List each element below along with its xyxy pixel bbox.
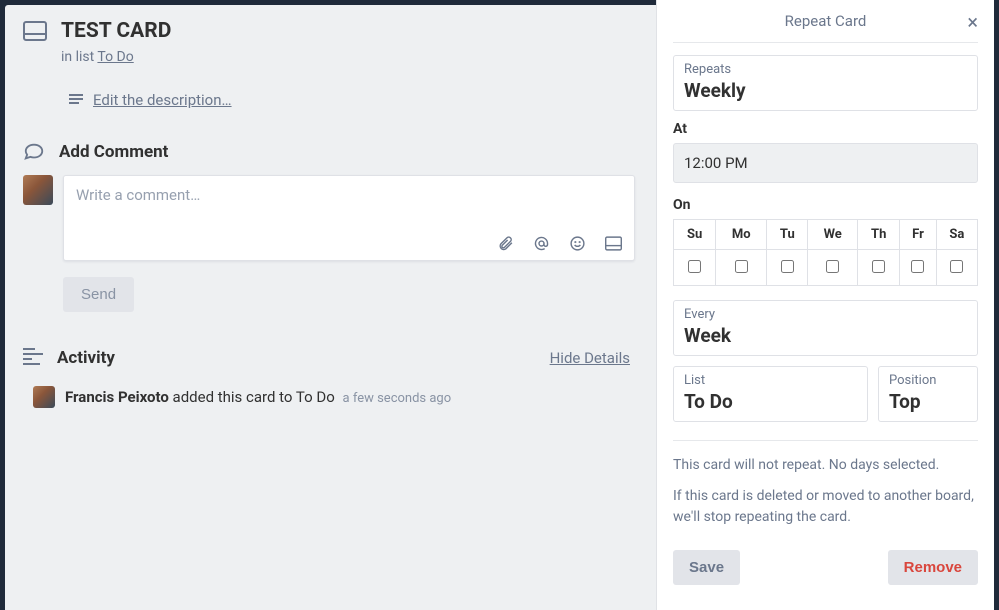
repeats-value: Weekly [684, 79, 967, 102]
in-list-prefix: in list [61, 49, 97, 65]
activity-icon [23, 348, 43, 368]
every-label: Every [684, 307, 967, 322]
day-header: Fr [900, 220, 936, 250]
avatar[interactable] [23, 175, 53, 205]
emoji-icon[interactable] [568, 234, 586, 252]
comment-tools [76, 234, 622, 252]
list-position-row: List To Do Position Top [673, 366, 978, 432]
card-modal: TEST CARD in list To Do Edit the descrip… [5, 5, 994, 610]
save-button[interactable]: Save [673, 550, 740, 585]
card-main: TEST CARD in list To Do Edit the descrip… [5, 5, 656, 610]
list-link[interactable]: To Do [97, 49, 133, 65]
remove-button[interactable]: Remove [888, 550, 978, 585]
panel-footer-text: This card will not repeat. No days selec… [673, 440, 978, 538]
card-insert-icon[interactable] [604, 234, 622, 252]
attachment-icon[interactable] [496, 234, 514, 252]
activity-action: added this card to To Do [173, 388, 335, 406]
description-icon [69, 94, 83, 106]
day-header: Th [858, 220, 900, 250]
mention-icon[interactable] [532, 234, 550, 252]
at-label: At [673, 121, 978, 137]
day-checkbox-su[interactable] [688, 260, 701, 273]
activity-header: Activity Hide Details [23, 348, 638, 368]
in-list: in list To Do [61, 49, 638, 65]
card-header: TEST CARD [23, 19, 638, 43]
day-header: Mo [716, 220, 767, 250]
day-checkbox-we[interactable] [826, 260, 839, 273]
hide-details-link[interactable]: Hide Details [550, 349, 630, 367]
day-checkbox-mo[interactable] [735, 260, 748, 273]
every-field[interactable]: Every Week [673, 300, 978, 356]
day-checkbox-th[interactable] [872, 260, 885, 273]
day-header: Tu [767, 220, 808, 250]
on-label: On [673, 197, 978, 213]
repeats-label: Repeats [684, 62, 967, 77]
comment-row [23, 175, 638, 261]
activity-item: Francis Peixoto added this card to To Do… [33, 386, 638, 408]
days-table: Su Mo Tu We Th Fr Sa [673, 219, 978, 286]
day-checkbox-tu[interactable] [781, 260, 794, 273]
warning-delete: If this card is deleted or moved to anot… [673, 486, 978, 528]
description-row[interactable]: Edit the description… [69, 91, 638, 109]
warning-no-days: This card will not repeat. No days selec… [673, 455, 978, 476]
panel-header: Repeat Card × [673, 12, 978, 43]
comment-input[interactable] [76, 186, 622, 226]
send-button[interactable]: Send [63, 277, 134, 312]
add-comment-header: Add Comment [23, 141, 638, 163]
repeats-field[interactable]: Repeats Weekly [673, 55, 978, 111]
list-field[interactable]: List To Do [673, 366, 868, 422]
every-value: Week [684, 324, 967, 347]
position-value: Top [889, 390, 967, 413]
card-icon [23, 21, 47, 41]
day-header: Su [674, 220, 716, 250]
repeat-card-panel: Repeat Card × Repeats Weekly At 12:00 PM… [656, 0, 994, 610]
day-checkbox-fr[interactable] [911, 260, 924, 273]
avatar[interactable] [33, 386, 55, 408]
card-title[interactable]: TEST CARD [61, 19, 171, 43]
position-field[interactable]: Position Top [878, 366, 978, 422]
list-value: To Do [684, 390, 857, 413]
panel-actions: Save Remove [673, 550, 978, 585]
panel-title: Repeat Card [785, 12, 867, 30]
activity-title: Activity [57, 348, 115, 368]
comment-icon [23, 141, 45, 163]
activity-author[interactable]: Francis Peixoto [65, 388, 169, 406]
list-label: List [684, 373, 857, 388]
close-icon[interactable]: × [967, 12, 978, 32]
comment-box[interactable] [63, 175, 635, 261]
day-header: We [808, 220, 858, 250]
day-header: Sa [936, 220, 977, 250]
add-comment-title: Add Comment [59, 142, 168, 162]
at-field[interactable]: 12:00 PM [673, 143, 978, 183]
day-checkbox-sa[interactable] [950, 260, 963, 273]
position-label: Position [889, 373, 967, 388]
edit-description-link[interactable]: Edit the description… [93, 91, 232, 109]
activity-time[interactable]: a few seconds ago [343, 391, 452, 406]
